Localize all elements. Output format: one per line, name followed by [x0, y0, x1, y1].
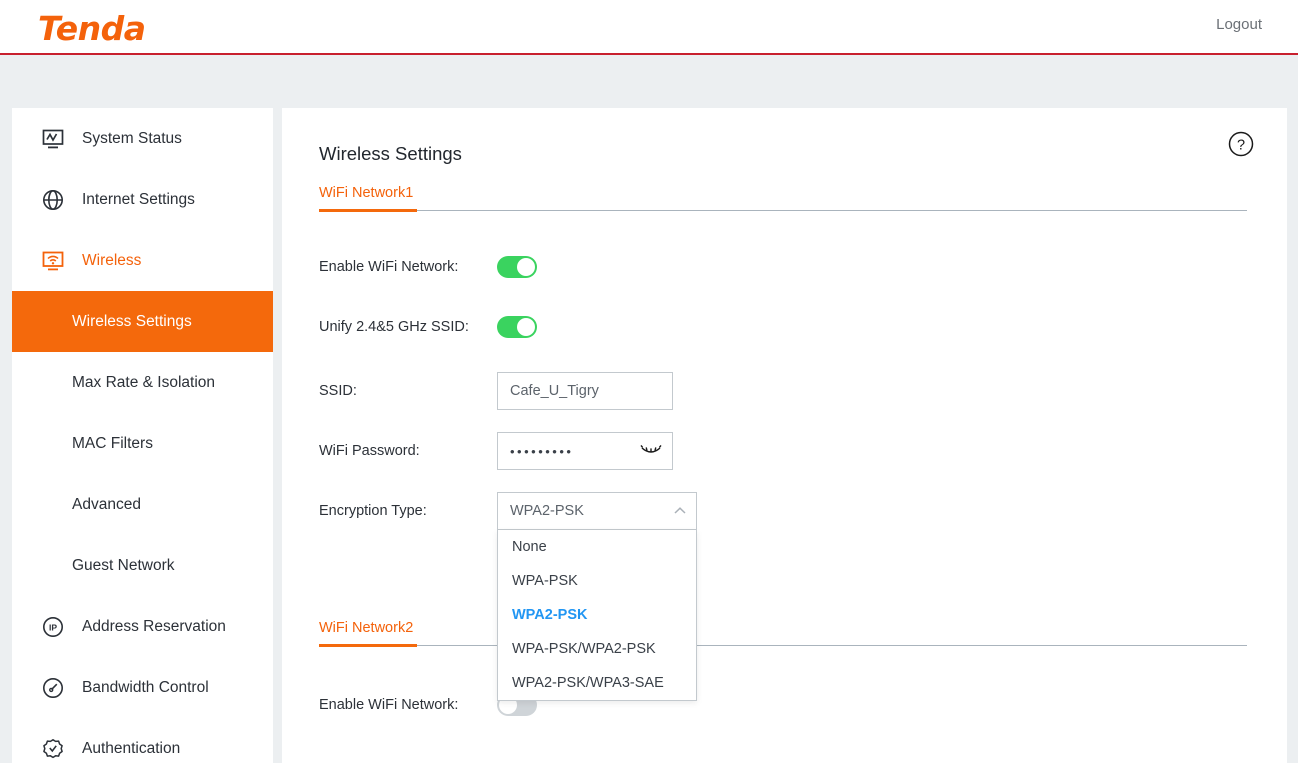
unify-ssid-row: Unify 2.4&5 GHz SSID:	[319, 316, 537, 338]
sidebar-item-mac-filters[interactable]: MAC Filters	[12, 413, 273, 474]
encryption-type-options-list: None WPA-PSK WPA2-PSK WPA-PSK/WPA2-PSK W…	[497, 530, 697, 701]
encryption-type-select-wrapper: WPA2-PSK None WPA-PSK WPA2-PSK WPA-PSK/W…	[497, 492, 697, 701]
sidebar-item-bandwidth-control[interactable]: Bandwidth Control	[12, 657, 273, 718]
encryption-option-wpa2-psk-wpa3-sae[interactable]: WPA2-PSK/WPA3-SAE	[498, 666, 696, 700]
sidebar-item-label: Address Reservation	[82, 617, 226, 635]
sidebar-item-label: Guest Network	[72, 556, 175, 574]
sidebar-nav: System Status Internet Settings Wireless…	[12, 108, 273, 763]
wifi-monitor-icon	[40, 248, 66, 274]
sidebar-item-label: Authentication	[82, 739, 181, 757]
sidebar-item-label: Wireless	[82, 251, 142, 269]
enable-wifi-network-toggle-1[interactable]	[497, 256, 537, 278]
svg-text:IP: IP	[49, 622, 57, 632]
question-circle-icon[interactable]: ?	[1228, 131, 1254, 157]
encryption-type-row: Encryption Type: WPA2-PSK None WPA-PSK W…	[319, 492, 697, 701]
svg-text:?: ?	[1237, 137, 1245, 153]
wifi-password-row: WiFi Password: •••••••••	[319, 432, 673, 470]
unify-ssid-label: Unify 2.4&5 GHz SSID:	[319, 319, 469, 335]
encryption-type-label: Encryption Type:	[319, 503, 427, 519]
tab-underline	[319, 644, 1247, 647]
main-content-panel: ? Wireless Settings WiFi Network1 Enable…	[282, 108, 1287, 763]
ssid-row: SSID: Cafe_U_Tigry	[319, 372, 673, 410]
unify-ssid-toggle[interactable]	[497, 316, 537, 338]
sidebar-item-max-rate-isolation[interactable]: Max Rate & Isolation	[12, 352, 273, 413]
sidebar-item-system-status[interactable]: System Status	[12, 108, 273, 169]
sidebar-item-label: MAC Filters	[72, 434, 153, 452]
sidebar-item-wireless[interactable]: Wireless	[12, 230, 273, 291]
sidebar-item-label: Bandwidth Control	[82, 678, 209, 696]
tab-wifi-network2[interactable]: WiFi Network2	[319, 619, 1247, 647]
tab-wifi-network1[interactable]: WiFi Network1	[319, 184, 1247, 212]
sidebar-item-guest-network[interactable]: Guest Network	[12, 535, 273, 596]
sidebar-item-label: System Status	[82, 129, 182, 147]
sidebar-item-address-reservation[interactable]: IP Address Reservation	[12, 596, 273, 657]
enable-wifi-network-row-1: Enable WiFi Network:	[319, 256, 537, 278]
tab-label[interactable]: WiFi Network2	[319, 620, 413, 645]
chevron-up-icon[interactable]	[673, 504, 687, 518]
ssid-label: SSID:	[319, 383, 357, 399]
encryption-option-wpa2-psk[interactable]: WPA2-PSK	[498, 598, 696, 632]
encryption-type-selected-value: WPA2-PSK	[510, 503, 584, 519]
enable-wifi-network-label: Enable WiFi Network:	[319, 697, 459, 713]
encryption-option-wpa-psk[interactable]: WPA-PSK	[498, 564, 696, 598]
monitor-chart-icon	[40, 126, 66, 152]
enable-wifi-network-label: Enable WiFi Network:	[319, 259, 459, 275]
toggle-knob	[517, 258, 535, 276]
logout-button[interactable]: Logout	[1216, 16, 1262, 33]
encryption-option-wpa-psk-wpa2-psk[interactable]: WPA-PSK/WPA2-PSK	[498, 632, 696, 666]
sidebar-item-label: Wireless Settings	[72, 312, 192, 330]
password-masked-value: •••••••••	[510, 443, 574, 459]
sidebar-item-advanced[interactable]: Advanced	[12, 474, 273, 535]
gauge-icon	[40, 675, 66, 701]
wifi-password-input[interactable]: •••••••••	[497, 432, 673, 470]
globe-icon	[40, 187, 66, 213]
ip-circle-icon: IP	[40, 614, 66, 640]
tab-underline	[319, 209, 1247, 212]
toggle-knob	[517, 318, 535, 336]
wireless-settings-page: Tenda Logout System Status Internet Sett…	[0, 0, 1298, 763]
tenda-logo: Tenda	[38, 9, 146, 48]
ssid-input[interactable]: Cafe_U_Tigry	[497, 372, 673, 410]
wifi-password-label: WiFi Password:	[319, 443, 420, 459]
page-title: Wireless Settings	[319, 143, 462, 164]
sidebar-item-authentication[interactable]: Authentication	[12, 718, 273, 763]
encryption-type-select[interactable]: WPA2-PSK	[497, 492, 697, 530]
tab-label[interactable]: WiFi Network1	[319, 185, 413, 210]
sidebar-item-label: Advanced	[72, 495, 141, 513]
encryption-option-none[interactable]: None	[498, 530, 696, 564]
sidebar-item-internet-settings[interactable]: Internet Settings	[12, 169, 273, 230]
check-badge-icon	[40, 736, 66, 762]
eye-closed-icon[interactable]	[640, 444, 662, 458]
sidebar-item-label: Internet Settings	[82, 190, 195, 208]
sidebar-item-wireless-settings[interactable]: Wireless Settings	[12, 291, 273, 352]
app-header: Tenda Logout	[0, 0, 1298, 55]
sidebar-item-label: Max Rate & Isolation	[72, 373, 216, 391]
